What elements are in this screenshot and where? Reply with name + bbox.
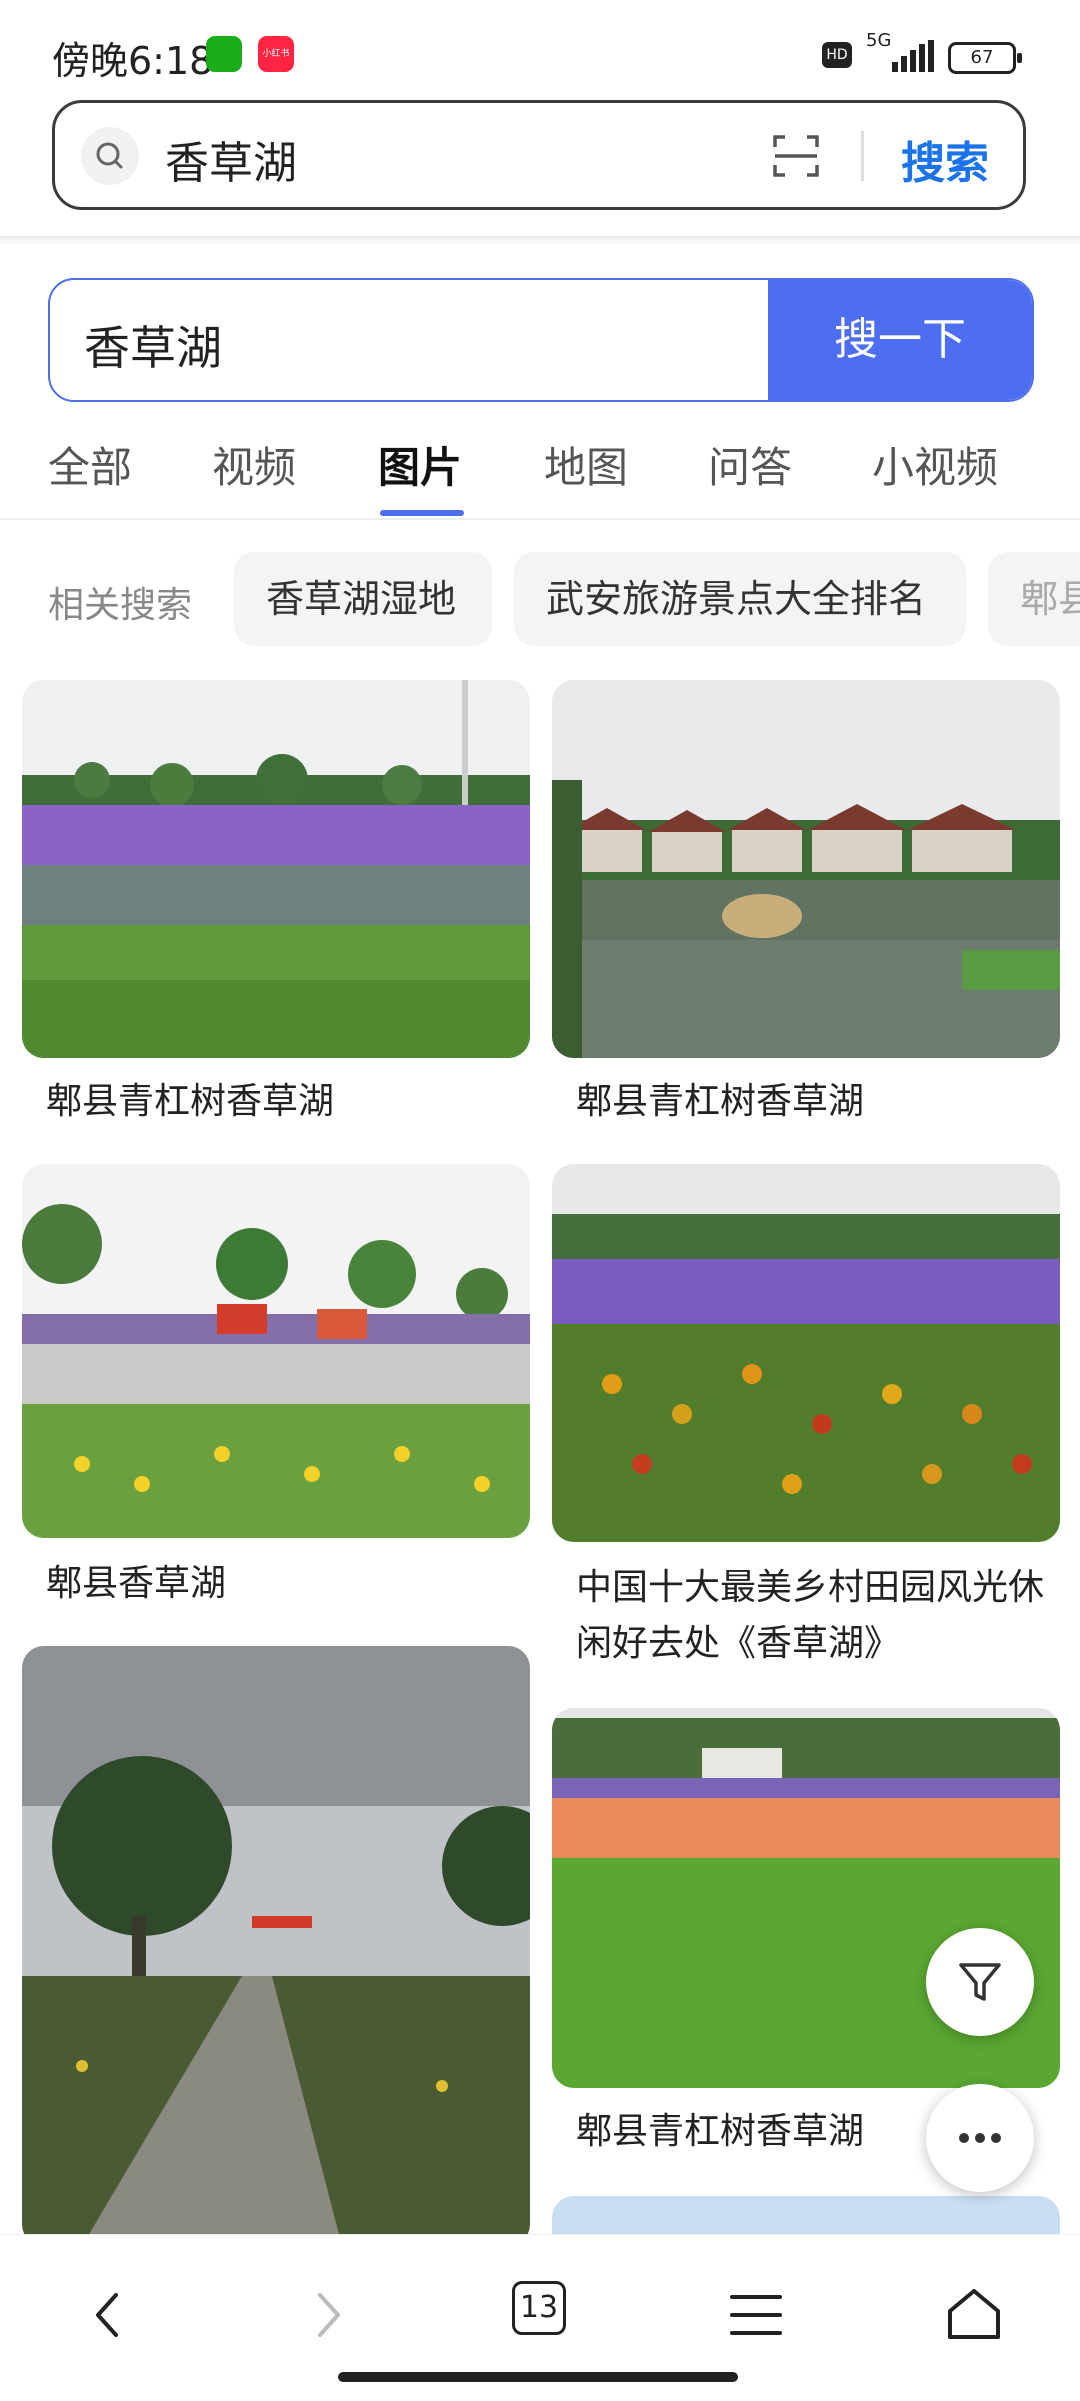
search-submit-button[interactable]: 搜一下 [768, 280, 1032, 400]
tabs-icon[interactable]: 13 [512, 2281, 566, 2335]
network-label: 5G [866, 30, 892, 51]
image-caption[interactable]: 中国十大最美乡村田园风光休闲好去处《香草湖》 [576, 1560, 1046, 1672]
image-thumbnail [22, 1646, 530, 2246]
hd-icon: HD [822, 42, 852, 68]
image-thumbnail [22, 1164, 530, 1538]
address-bar[interactable]: 香草湖 搜索 [52, 100, 1026, 210]
tab-images[interactable]: 图片 [378, 434, 462, 495]
image-result[interactable] [22, 1164, 530, 1538]
home-indicator[interactable] [338, 2372, 738, 2382]
filter-icon [959, 1963, 1001, 2001]
tab-short-video[interactable]: 小视频 [872, 434, 998, 495]
wechat-icon [206, 36, 242, 72]
status-time: 傍晚6:18 [52, 39, 214, 83]
search-box: 香草湖 搜一下 [48, 278, 1034, 402]
filter-button[interactable] [926, 1928, 1034, 2036]
search-button[interactable]: 搜索 [901, 127, 989, 191]
back-icon[interactable] [76, 2283, 140, 2347]
image-result[interactable] [22, 680, 530, 1058]
xiaohongshu-icon: 小红书 [258, 36, 294, 72]
more-button[interactable] [926, 2084, 1034, 2192]
status-bar: 傍晚6:18 小红书 HD 5G 67 [0, 0, 1080, 100]
search-input[interactable]: 香草湖 [84, 312, 222, 378]
tab-all[interactable]: 全部 [48, 434, 132, 495]
header-shadow [0, 236, 1080, 246]
image-caption[interactable]: 郫县香草湖 [46, 1556, 516, 1612]
active-tab-indicator [380, 510, 464, 516]
related-chip[interactable]: 武安旅游景点大全排名 [514, 552, 966, 646]
home-icon[interactable] [942, 2283, 1006, 2347]
tab-qa[interactable]: 问答 [708, 434, 792, 495]
tab-count: 13 [519, 2290, 559, 2325]
image-thumbnail [22, 680, 530, 1058]
divider [861, 131, 864, 181]
divider [0, 518, 1080, 520]
image-result[interactable] [22, 1646, 530, 2246]
scan-icon[interactable] [771, 131, 821, 181]
forward-icon[interactable] [296, 2283, 360, 2347]
tab-map[interactable]: 地图 [544, 434, 628, 495]
battery-icon: 67 [948, 42, 1022, 74]
related-chip[interactable]: 郫县 [988, 552, 1080, 646]
address-query[interactable]: 香草湖 [165, 127, 297, 191]
image-thumbnail [552, 680, 1060, 1058]
result-tabs: 全部 视频 图片 地图 问答 小视频 [0, 430, 1080, 520]
more-icon [959, 2133, 1001, 2143]
image-result[interactable] [552, 680, 1060, 1058]
signal-icon [892, 40, 934, 72]
menu-icon[interactable] [724, 2283, 788, 2347]
image-caption[interactable]: 郫县青杠树香草湖 [46, 1074, 516, 1130]
related-chip[interactable]: 香草湖湿地 [234, 552, 492, 646]
image-result[interactable] [552, 1164, 1060, 1542]
tab-video[interactable]: 视频 [212, 434, 296, 495]
image-caption[interactable]: 郫县青杠树香草湖 [576, 1074, 1046, 1130]
related-label: 相关搜索 [48, 585, 193, 626]
search-icon [81, 127, 139, 185]
related-searches: 相关搜索 香草湖湿地 武安旅游景点大全排名 郫县 [0, 552, 1080, 646]
image-thumbnail [552, 1164, 1060, 1542]
